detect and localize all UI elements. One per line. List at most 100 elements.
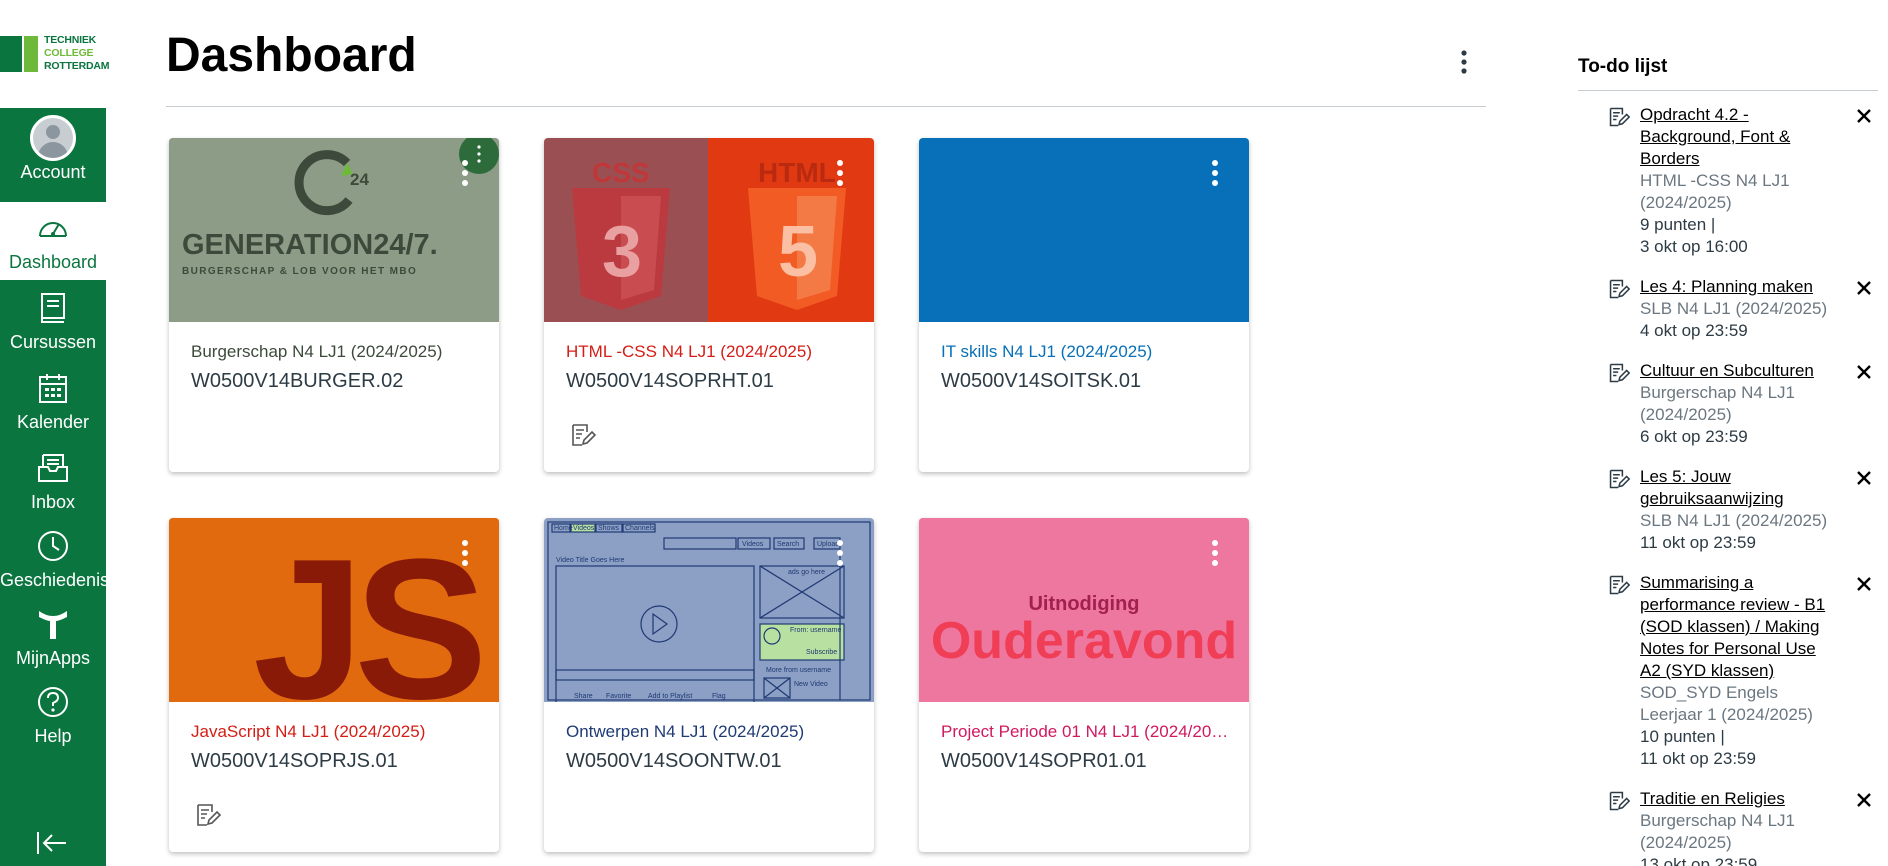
svg-text:Video Title Goes Here: Video Title Goes Here bbox=[556, 557, 624, 564]
apps-icon bbox=[0, 604, 106, 644]
svg-text:Shows: Shows bbox=[598, 525, 620, 532]
course-card[interactable]: JS JavaScript N4 LJ1 (2024/2025) W0500V1… bbox=[169, 518, 499, 852]
svg-text:Flag: Flag bbox=[712, 693, 726, 700]
nav-account-label: Account bbox=[20, 162, 86, 182]
nav-mijnapps-label: MijnApps bbox=[15, 648, 91, 668]
dashboard-options-icon[interactable] bbox=[1450, 48, 1478, 76]
logo-mark-dark bbox=[0, 36, 22, 72]
course-name[interactable]: HTML -CSS N4 LJ1 (2024/2025) bbox=[566, 342, 856, 362]
close-icon[interactable] bbox=[1856, 364, 1872, 380]
course-card-hero[interactable]: Home Videos Shows Channels Videos Search… bbox=[544, 518, 874, 702]
svg-text:Videos: Videos bbox=[573, 525, 595, 532]
todo-link[interactable]: Summarising a performance review - B1 (S… bbox=[1640, 572, 1840, 682]
svg-text:Videos: Videos bbox=[742, 541, 764, 548]
todo-link[interactable]: Les 4: Planning maken bbox=[1640, 276, 1840, 298]
svg-text:BURGERSCHAP & LOB VOOR HET MBO: BURGERSCHAP & LOB VOOR HET MBO bbox=[182, 266, 417, 277]
javascript-logo: JS bbox=[169, 518, 499, 702]
todo-course: HTML -CSS N4 LJ1 (2024/2025) bbox=[1640, 171, 1790, 212]
assignment-icon bbox=[1608, 362, 1631, 384]
course-name[interactable]: IT skills N4 LJ1 (2024/2025) bbox=[941, 342, 1231, 362]
card-options-icon[interactable] bbox=[836, 540, 844, 574]
dashboard-icon bbox=[0, 208, 106, 248]
svg-text:New Video: New Video bbox=[794, 681, 828, 688]
course-name[interactable]: Ontwerpen N4 LJ1 (2024/2025) bbox=[566, 722, 856, 742]
course-name[interactable]: Burgerschap N4 LJ1 (2024/2025) bbox=[191, 342, 481, 362]
nav-mijnapps[interactable]: MijnApps bbox=[0, 598, 106, 676]
book-icon bbox=[0, 288, 106, 328]
close-icon[interactable] bbox=[1856, 576, 1872, 592]
svg-text:Ouderavond: Ouderavond bbox=[931, 612, 1237, 670]
course-card-hero[interactable]: JS bbox=[169, 518, 499, 702]
nav-dashboard[interactable]: Dashboard bbox=[0, 202, 106, 280]
course-code: W0500V14SOITSK.01 bbox=[941, 370, 1142, 392]
logo-text: TECHNIEK COLLEGE ROTTERDAM bbox=[44, 34, 110, 72]
todo-link[interactable]: Opdracht 4.2 - Background, Font & Border… bbox=[1640, 104, 1840, 170]
svg-text:From: username: From: username bbox=[790, 627, 841, 634]
todo-course: SOD_SYD Engels Leerjaar 1 (2024/2025) bbox=[1640, 683, 1813, 724]
nav-dashboard-label: Dashboard bbox=[8, 252, 98, 272]
course-card[interactable]: Home Videos Shows Channels Videos Search… bbox=[544, 518, 874, 852]
course-card[interactable]: IT skills N4 LJ1 (2024/2025) W0500V14SOI… bbox=[919, 138, 1249, 472]
todo-link[interactable]: Les 5: Jouw gebruiksaanwijzing bbox=[1640, 466, 1840, 510]
svg-text:GENERATION24/7.: GENERATION24/7. bbox=[182, 229, 438, 261]
course-name[interactable]: JavaScript N4 LJ1 (2024/2025) bbox=[191, 722, 481, 742]
course-code: W0500V14SOPRHT.01 bbox=[566, 370, 774, 392]
course-code: W0500V14SOONTW.01 bbox=[566, 750, 782, 772]
course-card-hero[interactable]: Uitnodiging Ouderavond bbox=[919, 518, 1249, 702]
svg-text:HTML: HTML bbox=[758, 157, 836, 188]
close-icon[interactable] bbox=[1856, 280, 1872, 296]
assignments-icon[interactable] bbox=[570, 422, 597, 448]
assignment-icon bbox=[1608, 574, 1631, 596]
school-logo[interactable]: TECHNIEK COLLEGE ROTTERDAM bbox=[0, 0, 110, 108]
todo-due: 6 okt op 23:59 bbox=[1640, 427, 1748, 446]
svg-text:Home: Home bbox=[554, 525, 573, 532]
svg-text:More from username: More from username bbox=[766, 667, 831, 674]
calendar-icon bbox=[0, 368, 106, 408]
close-icon[interactable] bbox=[1856, 792, 1872, 808]
course-card[interactable]: CSS 3 HTML 5 HTML -CSS N4 LJ1 (2024/2025… bbox=[544, 138, 874, 472]
avatar bbox=[30, 115, 76, 161]
clock-icon bbox=[0, 526, 106, 566]
svg-text:JS: JS bbox=[253, 518, 480, 702]
nav-history[interactable]: Geschiedenis bbox=[0, 520, 109, 598]
card-options-icon[interactable] bbox=[836, 160, 844, 194]
todo-points: 10 punten | bbox=[1640, 727, 1725, 746]
todo-course: Burgerschap N4 LJ1 (2024/2025) bbox=[1640, 383, 1795, 424]
nav-courses[interactable]: Cursussen bbox=[0, 282, 106, 360]
nav-account[interactable]: Account bbox=[0, 112, 106, 190]
nav-help-label: Help bbox=[34, 726, 72, 746]
assignment-icon bbox=[1608, 278, 1631, 300]
assignments-icon[interactable] bbox=[195, 802, 222, 828]
course-card-hero[interactable] bbox=[919, 138, 1249, 322]
card-options-icon[interactable] bbox=[1211, 160, 1219, 194]
inbox-icon bbox=[0, 448, 106, 488]
todo-link[interactable]: Cultuur en Subculturen bbox=[1640, 360, 1840, 382]
course-card-hero[interactable]: 24 GENERATION24/7. BURGERSCHAP & LOB VOO… bbox=[169, 138, 499, 322]
course-card-hero[interactable]: CSS 3 HTML 5 bbox=[544, 138, 874, 322]
svg-text:Share: Share bbox=[574, 693, 593, 700]
collapse-nav-icon[interactable] bbox=[32, 828, 72, 858]
todo-points: 9 punten | bbox=[1640, 215, 1716, 234]
nav-calendar[interactable]: Kalender bbox=[0, 362, 106, 440]
header-divider bbox=[166, 106, 1486, 107]
course-name[interactable]: Project Periode 01 N4 LJ1 (2024/2025) bbox=[941, 722, 1231, 742]
todo-item: Traditie en Religies Burgerschap N4 LJ1 … bbox=[1608, 788, 1878, 866]
course-card[interactable]: Uitnodiging Ouderavond Project Periode 0… bbox=[919, 518, 1249, 852]
card-options-icon[interactable] bbox=[461, 540, 469, 574]
todo-due: 13 okt op 23:59 bbox=[1640, 855, 1758, 866]
svg-text:Search: Search bbox=[777, 541, 799, 548]
close-icon[interactable] bbox=[1856, 470, 1872, 486]
todo-due: 11 okt op 23:59 bbox=[1640, 749, 1756, 768]
close-icon[interactable] bbox=[1856, 108, 1872, 124]
course-card[interactable]: 24 GENERATION24/7. BURGERSCHAP & LOB VOO… bbox=[169, 138, 499, 472]
card-options-icon[interactable] bbox=[1211, 540, 1219, 574]
help-icon bbox=[0, 682, 106, 722]
todo-link[interactable]: Traditie en Religies bbox=[1640, 788, 1840, 810]
todo-title: To-do lijst bbox=[1578, 56, 1668, 77]
wireframe-image: Home Videos Shows Channels Videos Search… bbox=[544, 518, 874, 702]
nav-help[interactable]: Help bbox=[0, 676, 106, 754]
nav-inbox[interactable]: Inbox bbox=[0, 442, 106, 520]
card-options-icon[interactable] bbox=[461, 160, 469, 194]
todo-course: Burgerschap N4 LJ1 (2024/2025) bbox=[1640, 811, 1795, 852]
assignment-icon bbox=[1608, 106, 1631, 128]
